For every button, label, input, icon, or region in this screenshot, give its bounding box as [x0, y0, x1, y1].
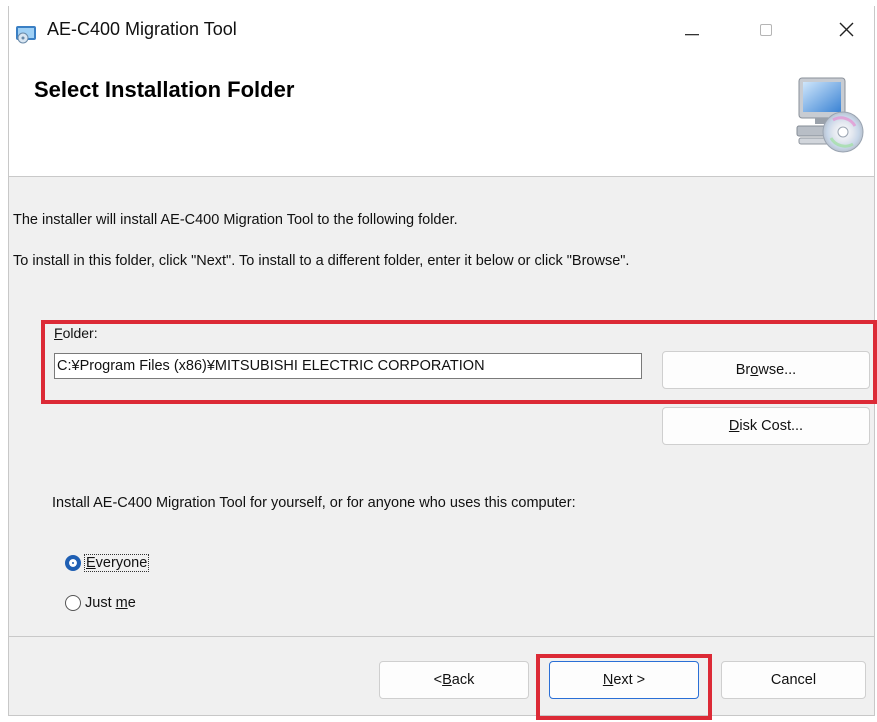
back-button[interactable]: < Back [379, 661, 529, 699]
folder-label: Folder: [54, 325, 98, 341]
computer-cd-icon [793, 74, 865, 160]
window-title: AE-C400 Migration Tool [47, 19, 237, 39]
minimize-icon [685, 23, 699, 41]
page-title: Select Installation Folder [34, 77, 295, 102]
close-button[interactable] [821, 14, 871, 50]
dialog-header: Select Installation Folder [9, 54, 874, 177]
browse-button[interactable]: Br o wse... [662, 351, 870, 389]
install-info-text: The installer will install AE-C400 Migra… [13, 212, 458, 228]
installer-window: AE-C400 Migration Tool Select Installati… [8, 6, 877, 716]
cancel-button[interactable]: Cancel [721, 661, 866, 699]
radio-everyone[interactable]: Everyone [65, 554, 150, 572]
title-bar: AE-C400 Migration Tool [9, 6, 874, 54]
radio-just-me[interactable]: Just me [65, 595, 136, 611]
radio-just-me-label: Just me [85, 595, 136, 611]
radio-everyone-label: Everyone [83, 554, 150, 572]
close-icon [839, 22, 854, 42]
folder-path-input[interactable] [54, 353, 642, 379]
disk-cost-button[interactable]: Disk Cost... [662, 407, 870, 445]
install-instructions-text: To install in this folder, click "Next".… [13, 253, 630, 269]
minimize-button[interactable] [667, 14, 717, 50]
installer-app-icon [15, 23, 37, 45]
dialog-body: The installer will install AE-C400 Migra… [9, 177, 877, 636]
maximize-button[interactable] [741, 14, 791, 50]
radio-unselected-icon [65, 595, 81, 611]
maximize-icon [760, 23, 772, 41]
next-highlight-box [536, 654, 712, 720]
radio-selected-icon [65, 555, 81, 571]
dialog-footer: < Back Next > Cancel [9, 636, 874, 715]
install-scope-text: Install AE-C400 Migration Tool for yours… [52, 495, 576, 511]
